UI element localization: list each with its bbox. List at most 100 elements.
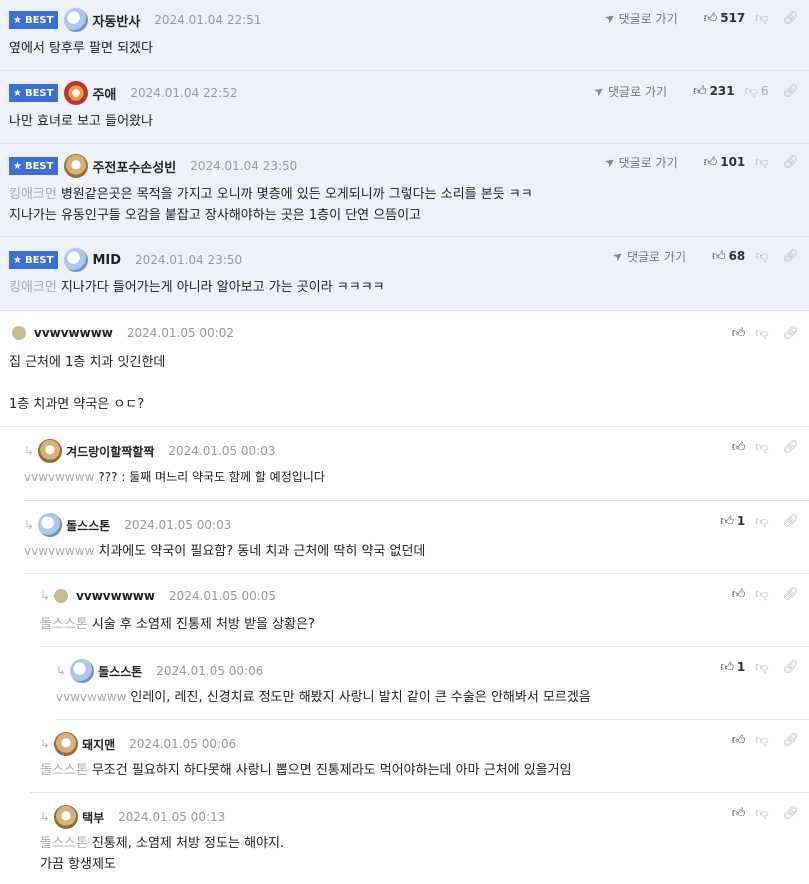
avatar[interactable] [64,154,89,178]
thumbs-up-icon: 👍︎ [731,439,746,455]
go-to-reply-link[interactable]: ➤ 댓글로 가기 [601,9,677,26]
downvote-button[interactable]: 👎︎ [755,587,768,602]
comment-author[interactable]: 자동반사 [92,11,140,30]
go-to-reply-link[interactable]: ➤ 댓글로 가기 [590,82,667,100]
thumbs-down-icon: 👎︎ [755,805,769,821]
reply-mention[interactable]: 킹애크먼 [9,187,57,202]
thumbs-down-icon: 👎︎ [755,732,769,748]
upvote-button[interactable]: 👍︎ 1 [720,514,745,529]
avatar[interactable] [64,81,89,105]
link-icon[interactable]: 🔗︎ [782,11,799,26]
upvote-button[interactable]: 👍︎ [732,326,746,341]
link-icon[interactable]: 🔗︎ [782,326,799,341]
comment-date: 2024.01.04 23:50 [135,253,243,267]
link-icon[interactable]: 🔗︎ [782,84,799,99]
reply-mention[interactable]: vvwvwwww [56,690,126,704]
comment-author[interactable]: vvwvwwww [34,326,113,340]
comment-author[interactable]: 돼지맨 [82,736,115,753]
reply-comment: ↳ vvwvwwww 2024.01.05 00:05 👍︎ 👎︎ 🔗︎ 돌스스… [40,574,809,647]
comment-text: 나만 효녀로 보고 들어왔나 [9,114,153,129]
comment-author[interactable]: 겨드랑이할짝할짝 [66,443,154,460]
thumbs-down-icon: 👎︎ [755,513,769,529]
best-comment: ★ BEST 주애 2024.01.04 22:52 ➤ 댓글로 가기 👍︎ 231 … [0,71,809,144]
reply-mention[interactable]: 돌스스톤 [40,836,88,851]
best-badge: ★ BEST [9,84,59,102]
link-icon[interactable]: 🔗︎ [782,660,799,675]
reply-mention[interactable]: vvwvwwww [24,544,94,558]
comment-author[interactable]: 주애 [92,84,116,103]
comment-author[interactable]: 돌스스톤 [66,517,110,534]
go-to-reply-link[interactable]: ➤ 댓글로 가기 [609,247,686,265]
upvote-button[interactable]: 👍︎ 1 [720,660,745,675]
reply-comment: ↳ 돌스스톤 2024.01.05 00:03 👍︎ 1 👎︎ 🔗︎ vvwvww… [24,501,809,574]
downvote-button[interactable]: 👎︎ [755,249,768,264]
link-icon[interactable]: 🔗︎ [782,733,799,748]
link-icon[interactable]: 🔗︎ [782,440,799,455]
avatar[interactable] [38,513,63,537]
go-to-reply-link[interactable]: ➤ 댓글로 가기 [601,153,677,170]
comment-date: 2024.01.05 00:03 [124,518,232,532]
reply-mention[interactable]: 돌스스톤 [40,617,88,632]
avatar[interactable] [64,8,89,32]
downvote-button[interactable]: 👎︎ [755,806,768,821]
link-icon[interactable]: 🔗︎ [782,806,799,821]
comment-date: 2024.01.04 22:52 [130,86,238,100]
downvote-button[interactable]: 👎︎ [755,155,768,170]
comment-date: 2024.01.04 22:51 [154,13,262,27]
reply-arrow-icon: ↳ [24,444,35,458]
send-icon: ➤ [590,82,608,100]
send-icon: ➤ [609,247,627,265]
downvote-button[interactable]: 👎︎ 6 [745,84,769,99]
downvote-button[interactable]: 👎︎ [755,660,768,675]
avatar[interactable] [70,659,95,683]
comment-text: vvwvwwww 치과에도 약국이 필요함? 동네 치과 근처에 딱히 약국 없던… [24,544,426,559]
upvote-button[interactable]: 👍︎ 68 [712,249,745,264]
thumbs-up-icon: 👍︎ [711,248,726,264]
comment-author[interactable]: 돌스스톤 [98,663,142,680]
avatar[interactable] [54,805,79,829]
upvote-button[interactable]: 👍︎ [732,587,746,602]
upvote-button[interactable]: 👍︎ [732,806,746,821]
upvote-button[interactable]: 👍︎ 517 [704,11,746,26]
reply-mention[interactable]: 돌스스톤 [40,763,88,778]
best-comment: ★ BEST MID 2024.01.04 23:50 ➤ 댓글로 가기 👍︎ 68 … [0,237,809,311]
avatar[interactable] [54,732,79,756]
reply-comment: ↳ 택부 2024.01.05 00:13 👍︎ 👎︎ 🔗︎ 돌스스톤 진통제, … [30,793,809,883]
comment-text: vvwvwwww??? : 둘째 며느리 약국도 함께 할 예정입니다 [24,470,325,484]
best-badge: ★ BEST [9,251,59,269]
link-icon[interactable]: 🔗︎ [782,249,799,264]
star-icon: ★ [13,14,22,26]
best-badge: ★ BEST [9,157,59,175]
star-icon: ★ [13,160,22,172]
comment-text: 돌스스톤 진통제, 소염제 처방 정도는 해야지. 가끔 항생제도 [40,836,285,872]
link-icon[interactable]: 🔗︎ [782,514,799,529]
avatar[interactable] [54,589,69,603]
comment-text: 돌스스톤 시술 후 소염제 진통제 처방 받을 상황은? [40,617,315,632]
reply-mention[interactable]: vvwvwwww [24,470,94,484]
thumbs-up-icon: 👍︎ [703,10,718,26]
thumbs-up-icon: 👍︎ [731,586,746,602]
upvote-button[interactable]: 👍︎ 101 [704,155,746,170]
avatar[interactable] [38,439,63,463]
link-icon[interactable]: 🔗︎ [782,587,799,602]
avatar[interactable] [12,326,26,340]
reply-arrow-icon: ↳ [56,664,67,678]
comment-text: 옆에서 탕후루 팔면 되겠다 [9,41,153,56]
downvote-button[interactable]: 👎︎ [755,514,768,529]
comment-author[interactable]: 택부 [82,809,104,826]
comment-author[interactable]: MID [92,253,121,268]
reply-arrow-icon: ↳ [40,810,51,824]
comment-author[interactable]: 주전포수손성빈 [92,157,176,176]
comment-author[interactable]: vvwvwwww [76,589,155,603]
upvote-button[interactable]: 👍︎ 231 [693,84,735,99]
downvote-button[interactable]: 👎︎ [755,11,768,26]
downvote-button[interactable]: 👎︎ [755,733,768,748]
upvote-button[interactable]: 👍︎ [732,733,746,748]
downvote-button[interactable]: 👎︎ [755,440,768,455]
comment-date: 2024.01.05 00:06 [129,737,237,751]
reply-mention[interactable]: 킹애크먼 [9,280,57,295]
avatar[interactable] [64,248,89,272]
downvote-button[interactable]: 👎︎ [755,326,768,341]
link-icon[interactable]: 🔗︎ [782,155,799,170]
upvote-button[interactable]: 👍︎ [732,440,746,455]
